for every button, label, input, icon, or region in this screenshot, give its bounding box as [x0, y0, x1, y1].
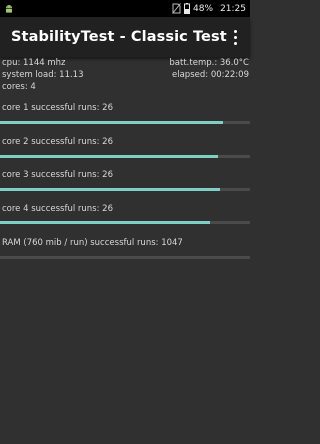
system-load: system load: 11.13 — [2, 70, 84, 80]
battery-percent: 48% — [193, 3, 214, 14]
core-2-block: core 2 successful runs: 26 — [0, 137, 250, 158]
core-1-block: core 1 successful runs: 26 — [0, 103, 250, 124]
cpu-row: cpu: 1144 mhz batt.temp.: 36.0°C — [0, 57, 250, 69]
core-4-progress — [0, 221, 250, 224]
ram-block: RAM (760 mib / run) successful runs: 104… — [0, 238, 250, 259]
no-sim-icon — [172, 3, 181, 14]
core-2-progress-fill — [0, 155, 218, 158]
core-3-progress-fill — [0, 188, 220, 191]
android-icon — [4, 4, 14, 14]
core-1-label: core 1 successful runs: 26 — [2, 103, 113, 113]
core-4-progress-fill — [0, 221, 210, 224]
battery-icon — [184, 3, 191, 14]
clock: 21:25 — [220, 3, 246, 14]
core-3-label: core 3 successful runs: 26 — [2, 170, 113, 180]
ram-label: RAM (760 mib / run) successful runs: 104… — [2, 238, 183, 248]
app-toolbar: StabilityTest - Classic Test — [0, 17, 250, 57]
elapsed-time: elapsed: 00:22:09 — [172, 70, 249, 80]
status-right: 48% 21:25 — [172, 3, 246, 14]
core-4-block: core 4 successful runs: 26 — [0, 204, 250, 224]
core-4-label: core 4 successful runs: 26 — [2, 204, 113, 214]
status-left — [4, 4, 14, 14]
ram-progress — [0, 256, 250, 259]
core-3-progress — [0, 188, 250, 191]
stats-panel: cpu: 1144 mhz batt.temp.: 36.0°C system … — [0, 57, 250, 93]
core-count: cores: 4 — [2, 82, 36, 92]
app-title: StabilityTest - Classic Test — [11, 29, 227, 45]
core-3-block: core 3 successful runs: 26 — [0, 170, 250, 191]
core-2-label: core 2 successful runs: 26 — [2, 137, 113, 147]
battery-temperature: batt.temp.: 36.0°C — [169, 58, 249, 68]
status-bar: 48% 21:25 — [0, 0, 250, 17]
core-1-progress — [0, 121, 250, 124]
core-2-progress — [0, 155, 250, 158]
core-1-progress-fill — [0, 121, 223, 124]
overflow-menu-icon[interactable] — [228, 25, 242, 49]
cores-row: cores: 4 — [0, 81, 250, 93]
load-row: system load: 11.13 elapsed: 00:22:09 — [0, 69, 250, 81]
cpu-frequency: cpu: 1144 mhz — [2, 58, 66, 68]
